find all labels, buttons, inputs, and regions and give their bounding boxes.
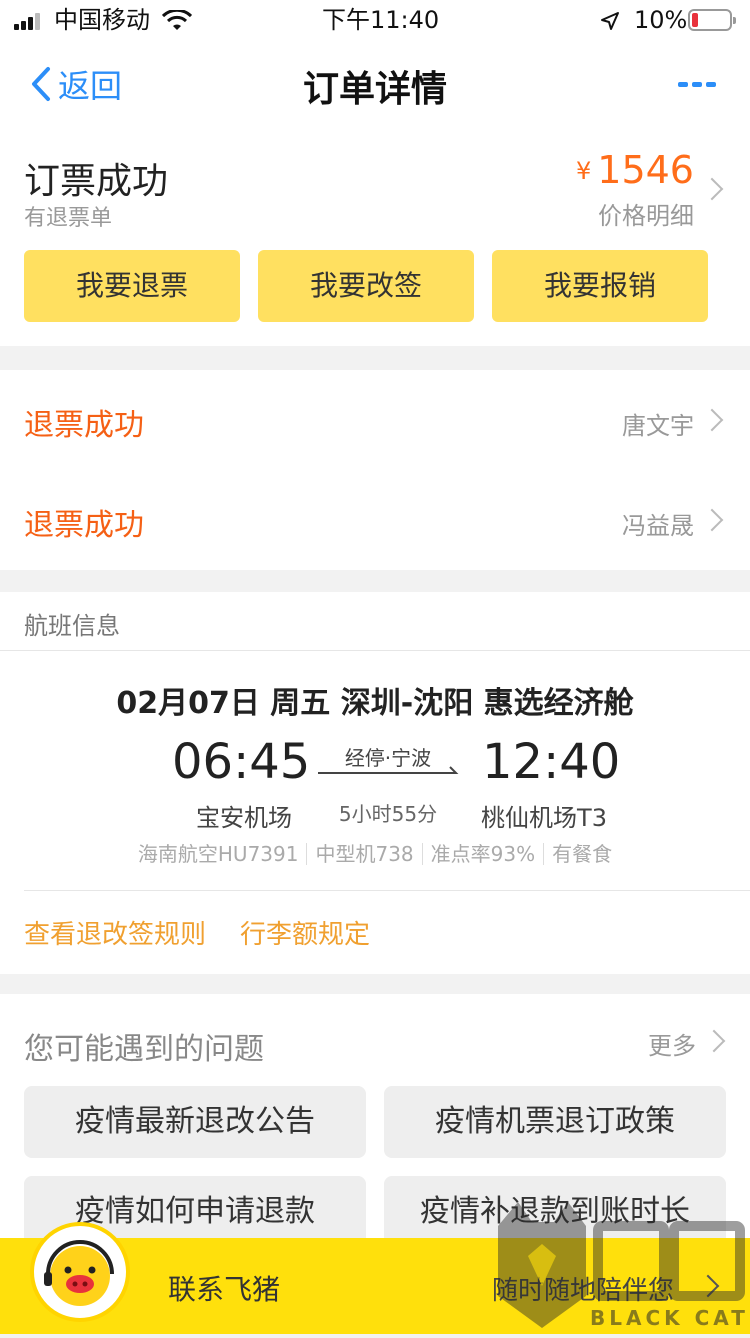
aircraft-type: 中型机738 xyxy=(315,842,414,866)
departure-airport: 宝安机场 xyxy=(196,804,292,832)
refund-status: 退票成功 xyxy=(24,508,144,543)
airline-flight-no: 海南航空HU7391 xyxy=(137,842,299,866)
refund-rules-link[interactable]: 查看退改签规则 xyxy=(24,914,206,951)
fliggy-mascot-avatar[interactable] xyxy=(30,1222,130,1322)
arrival-airport: 桃仙机场T3 xyxy=(481,804,607,832)
watermark-text: BLACK CAT xyxy=(590,1306,749,1330)
faq-title: 您可能遇到的问题 xyxy=(24,1032,264,1067)
flight-section-label: 航班信息 xyxy=(24,612,120,640)
flight-duration: 5小时55分 xyxy=(338,802,438,826)
baggage-rules-link[interactable]: 行李额规定 xyxy=(240,914,370,951)
on-time-rate: 准点率93% xyxy=(430,842,536,866)
signal-icon xyxy=(14,12,48,30)
order-price[interactable]: ¥1546 xyxy=(576,148,694,192)
location-arrow-icon xyxy=(601,12,619,30)
carrier-name: 中国移动 xyxy=(54,6,150,34)
clock: 下午11:40 xyxy=(322,6,440,34)
pig-mascot-icon xyxy=(44,1240,114,1306)
nav-bar: 返回 订单详情 xyxy=(0,40,750,128)
chevron-right-icon xyxy=(700,408,724,432)
status-bar: 中国移动 下午11:40 10% xyxy=(0,0,750,40)
order-status: 订票成功 xyxy=(24,161,169,202)
departure-time: 06:45 xyxy=(172,734,311,790)
battery-icon xyxy=(688,9,736,31)
faq-more-link[interactable]: 更多 xyxy=(648,1026,696,1061)
chevron-right-icon xyxy=(700,508,724,532)
page-title: 订单详情 xyxy=(302,69,447,110)
divider xyxy=(0,650,750,651)
passenger-name: 唐文宇 xyxy=(622,412,694,440)
battery-percent: 10% xyxy=(634,6,688,34)
faq-item[interactable]: 疫情最新退改公告 xyxy=(24,1086,366,1158)
refund-button[interactable]: 我要退票 xyxy=(24,250,240,322)
passenger-name: 冯益晟 xyxy=(622,512,694,540)
faq-item[interactable]: 疫情机票退订政策 xyxy=(384,1086,726,1158)
refund-row[interactable]: 退票成功 冯益晟 xyxy=(0,470,750,570)
refund-status: 退票成功 xyxy=(24,408,144,443)
change-button[interactable]: 我要改签 xyxy=(258,250,474,322)
price-detail-link[interactable]: 价格明细 xyxy=(598,196,694,231)
refund-row[interactable]: 退票成功 唐文宇 xyxy=(0,370,750,471)
currency-symbol: ¥ xyxy=(576,157,592,185)
more-icon[interactable] xyxy=(678,82,716,90)
order-substatus: 有退票单 xyxy=(24,206,113,231)
wifi-icon xyxy=(162,10,192,30)
meal-info: 有餐食 xyxy=(552,842,613,866)
reimburse-button[interactable]: 我要报销 xyxy=(492,250,708,322)
divider xyxy=(24,890,750,891)
contact-label: 联系飞猪 xyxy=(168,1273,281,1306)
price-value: 1546 xyxy=(597,148,694,192)
flight-arrow-icon xyxy=(318,766,459,774)
arrival-time: 12:40 xyxy=(482,734,621,790)
flight-date-route: 02月07日 周五 深圳-沈阳 惠选经济舱 xyxy=(116,686,634,721)
flight-meta: 海南航空HU7391 中型机738 准点率93% 有餐食 xyxy=(0,838,750,867)
